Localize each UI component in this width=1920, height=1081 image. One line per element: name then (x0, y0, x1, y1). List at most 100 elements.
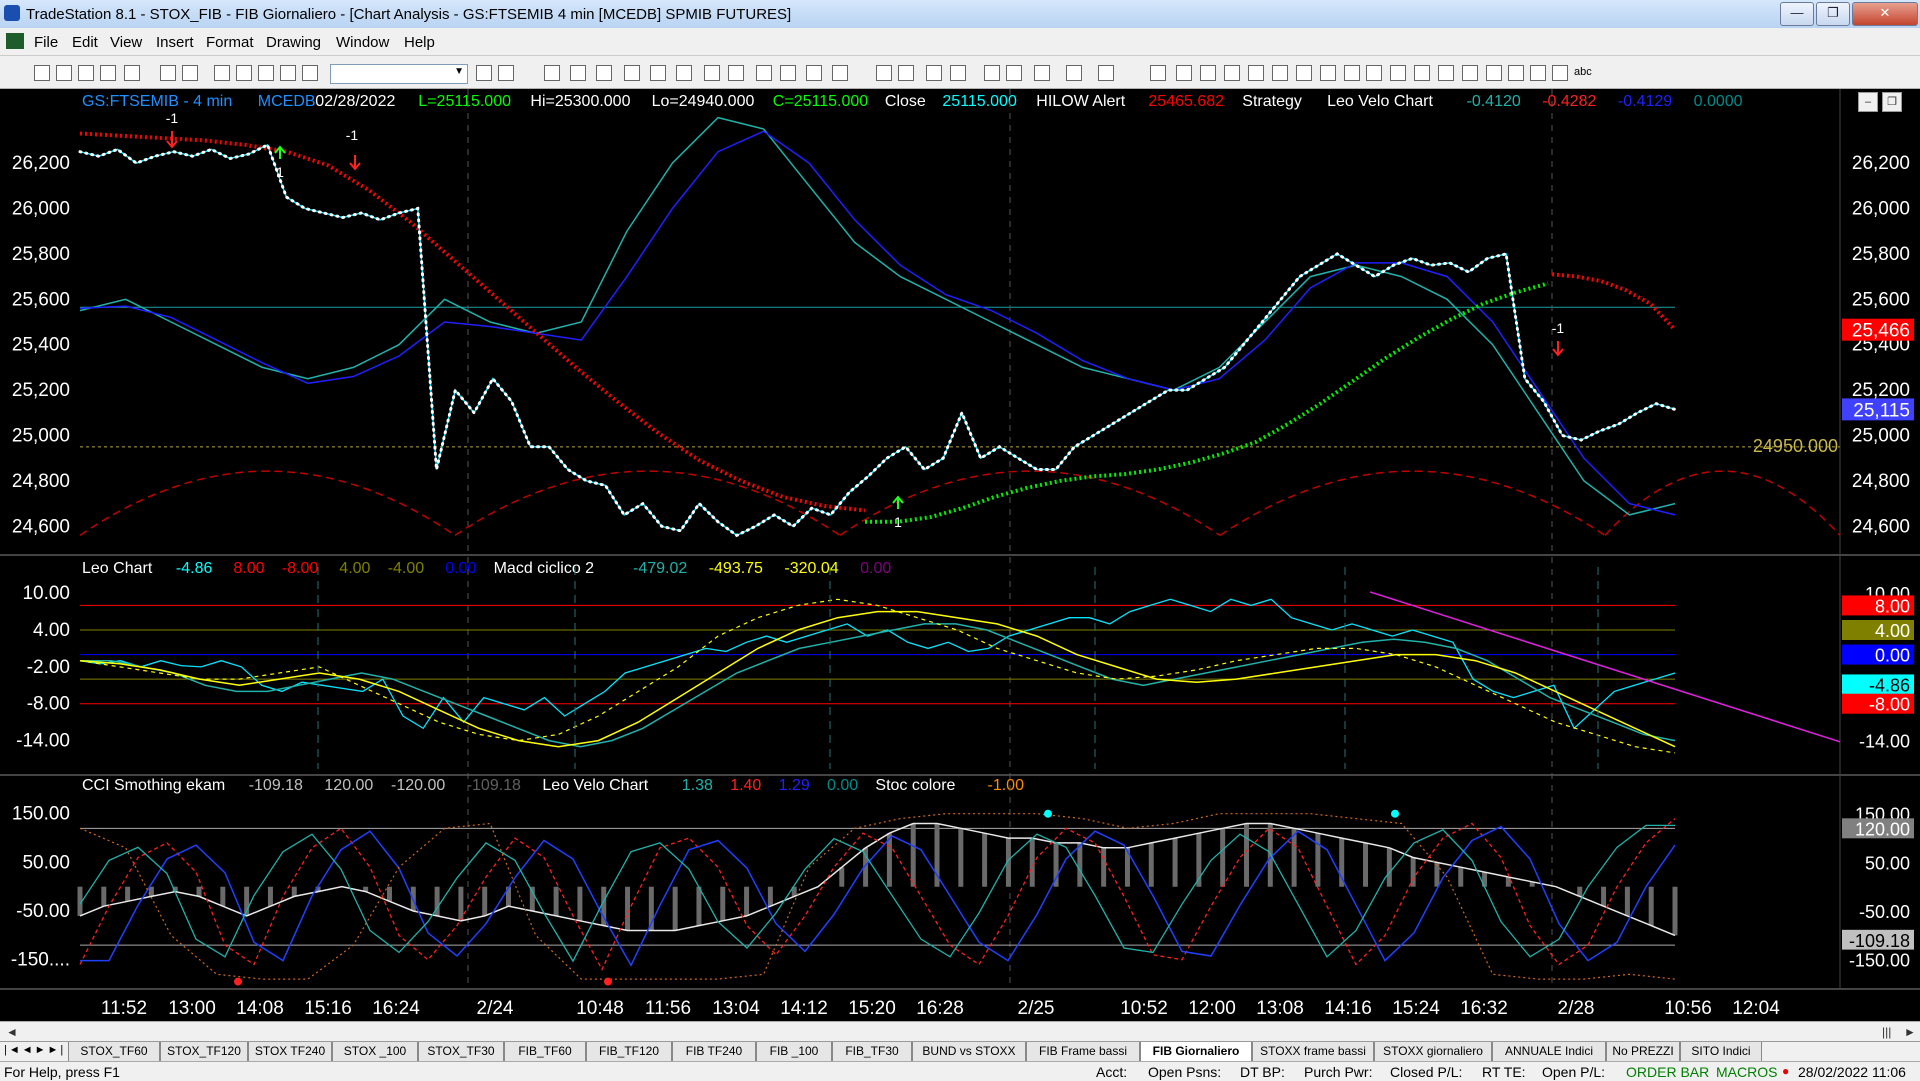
tab-fib-100[interactable]: FIB _100 (756, 1042, 832, 1062)
tab-stoxx-frame-bassi[interactable]: STOXX frame bassi (1252, 1042, 1374, 1062)
candle-icon[interactable] (780, 65, 796, 81)
chart-area[interactable]: GS:FTSEMIB - 4 min MCEDB 02/28/2022 L=25115… (0, 89, 1920, 1023)
print-preview-icon[interactable] (182, 65, 198, 81)
tab-fib-frame-bassi[interactable]: FIB Frame bassi (1026, 1042, 1140, 1062)
menu-edit[interactable]: Edit (72, 34, 98, 51)
text-tool[interactable]: abc (1574, 66, 1592, 78)
close-button[interactable]: ✕ (1852, 2, 1918, 26)
scroll-right-arrow-icon[interactable]: ► (1904, 1025, 1916, 1039)
menu-format[interactable]: Format (206, 34, 254, 51)
tab-bund-vs-stoxx[interactable]: BUND vs STOXX (912, 1042, 1026, 1062)
chart-icon[interactable] (596, 65, 612, 81)
arrow-down-icon[interactable] (1486, 65, 1502, 81)
tab-stox-tf60[interactable]: STOX_TF60 (68, 1042, 160, 1062)
parallel-icon[interactable] (1320, 65, 1336, 81)
save-all-icon[interactable] (100, 65, 116, 81)
horizontal-lines-icon[interactable] (1200, 65, 1216, 81)
link-icon[interactable] (704, 65, 720, 81)
search-icon[interactable] (498, 65, 514, 81)
menu-window[interactable]: Window (336, 34, 389, 51)
layers-icon[interactable] (728, 65, 744, 81)
zoom-out-icon[interactable] (950, 65, 966, 81)
scroll-left-arrow-icon[interactable]: ◄ (6, 1025, 18, 1039)
tab-no-prezzi[interactable]: No PREZZI (1606, 1042, 1680, 1062)
cut-icon[interactable] (214, 65, 230, 81)
scroll-left-icon[interactable] (876, 65, 892, 81)
speed-lines-icon[interactable] (1248, 65, 1264, 81)
fan-icon[interactable] (1272, 65, 1288, 81)
fib-icon[interactable] (1224, 65, 1240, 81)
channel-icon[interactable] (1296, 65, 1312, 81)
menu-view[interactable]: View (110, 34, 142, 51)
print-icon[interactable] (160, 65, 176, 81)
hand-icon[interactable] (1066, 65, 1082, 81)
data-tip-icon[interactable] (1006, 65, 1022, 81)
tools-icon[interactable] (1034, 65, 1050, 81)
open-icon[interactable] (56, 65, 72, 81)
tab-stoxx-giornaliero[interactable]: STOXX giornaliero (1374, 1042, 1492, 1062)
new-icon[interactable] (34, 65, 50, 81)
maximize-button[interactable]: ❐ (1816, 2, 1850, 26)
status-macros[interactable]: MACROS (1716, 1064, 1777, 1080)
trendline-icon[interactable] (1150, 65, 1166, 81)
tab-stox-tf240[interactable]: STOX TF240 (248, 1042, 332, 1062)
tab-nav-arrows-icon[interactable]: |◄◄►►| (4, 1044, 65, 1056)
horizontal-scrollbar[interactable]: ◄ ||| ► (0, 1021, 1920, 1042)
cursor-icon[interactable] (984, 65, 1000, 81)
strategy-icon[interactable] (570, 65, 586, 81)
zoom-in-icon[interactable] (926, 65, 942, 81)
scroll-right-icon[interactable] (898, 65, 914, 81)
tab-sito-indici[interactable]: SITO Indici (1680, 1042, 1762, 1062)
rectangle-icon[interactable] (1552, 65, 1568, 81)
vertical-lines-icon[interactable] (1176, 65, 1192, 81)
gann-icon[interactable] (1344, 65, 1360, 81)
scroll-thumb-icon[interactable]: ||| (1882, 1025, 1891, 1039)
pane-restore-button[interactable]: ❐ (1882, 92, 1902, 112)
indicator-icon[interactable] (544, 65, 560, 81)
arc-icon[interactable] (1390, 65, 1406, 81)
refresh-icon[interactable] (624, 65, 640, 81)
tab-fib-tf240[interactable]: FIB TF240 (672, 1042, 756, 1062)
bar-icon[interactable] (756, 65, 772, 81)
chevron-down-icon[interactable]: ▼ (454, 66, 464, 77)
price-y-tick-left: 24,800 (12, 471, 70, 492)
pencil-icon[interactable] (1438, 65, 1454, 81)
menu-insert[interactable]: Insert (156, 34, 194, 51)
pane-minimize-button[interactable]: – (1858, 92, 1878, 112)
open-workspace-icon[interactable] (124, 65, 140, 81)
tab-fib-tf60[interactable]: FIB_TF60 (504, 1042, 586, 1062)
tab-stox-tf30[interactable]: STOX_TF30 (418, 1042, 504, 1062)
tab-stox-tf120[interactable]: STOX_TF120 (160, 1042, 248, 1062)
lock-icon[interactable] (280, 65, 296, 81)
measure-icon[interactable] (1366, 65, 1382, 81)
tab-fib-tf120[interactable]: FIB_TF120 (586, 1042, 672, 1062)
arrow-up-icon[interactable] (1508, 65, 1524, 81)
cycle-icon[interactable] (1414, 65, 1430, 81)
osc-badge-text: 4.00 (1875, 621, 1910, 641)
menu-drawing[interactable]: Drawing (266, 34, 321, 51)
symbol-combo[interactable]: ▼ (330, 64, 468, 84)
ellipse-icon[interactable] (1530, 65, 1546, 81)
copy-icon[interactable] (236, 65, 252, 81)
status-order-bar[interactable]: ORDER BAR (1626, 1064, 1709, 1080)
save-icon[interactable] (78, 65, 94, 81)
grid-icon[interactable] (302, 65, 318, 81)
paste-icon[interactable] (258, 65, 274, 81)
mdi-app-icon[interactable] (6, 33, 24, 49)
menu-file[interactable]: File (34, 34, 58, 51)
tab-annuale-indici[interactable]: ANNUALE Indici (1492, 1042, 1606, 1062)
minimize-button[interactable]: — (1780, 2, 1814, 26)
tab-stox-100[interactable]: STOX _100 (332, 1042, 418, 1062)
play-icon[interactable] (476, 65, 492, 81)
window-icon[interactable] (676, 65, 692, 81)
menu-help[interactable]: Help (404, 34, 435, 51)
line-chart-icon[interactable] (806, 65, 822, 81)
sync-icon[interactable] (650, 65, 666, 81)
chart-svg[interactable]: GS:FTSEMIB - 4 min MCEDB 02/28/2022 L=25115… (0, 89, 1920, 1023)
tab-fib-giornaliero[interactable]: FIB Giornaliero (1140, 1042, 1252, 1062)
point-figure-icon[interactable] (832, 65, 848, 81)
tab-fib-tf30[interactable]: FIB_TF30 (832, 1042, 912, 1062)
curve-icon[interactable] (1462, 65, 1478, 81)
cci-badge-text: 120.00 (1855, 819, 1910, 839)
eye-icon[interactable] (1098, 65, 1114, 81)
